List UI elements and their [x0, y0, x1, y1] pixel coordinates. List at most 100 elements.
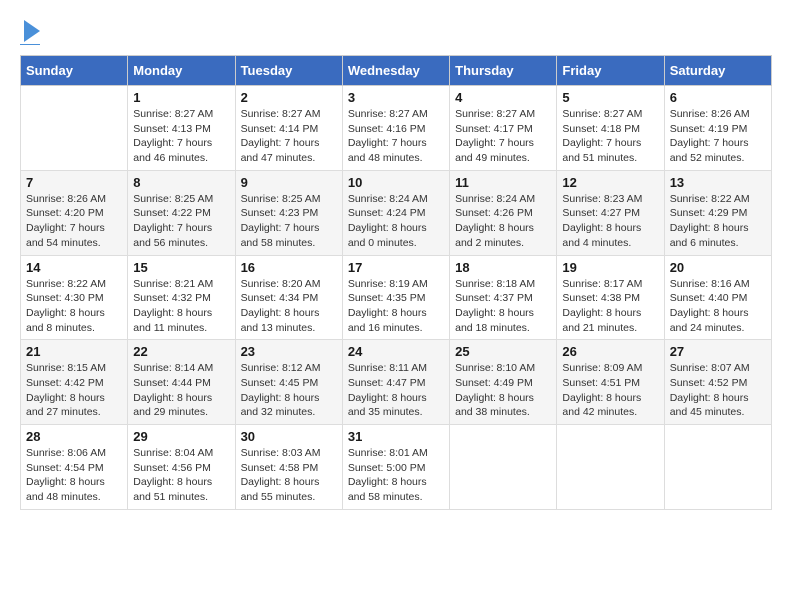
day-info: Sunrise: 8:07 AMSunset: 4:52 PMDaylight:… [670, 361, 766, 420]
day-cell: 22 Sunrise: 8:14 AMSunset: 4:44 PMDaylig… [128, 340, 235, 425]
day-cell: 5 Sunrise: 8:27 AMSunset: 4:18 PMDayligh… [557, 86, 664, 171]
day-number: 20 [670, 260, 766, 275]
calendar-header-row: SundayMondayTuesdayWednesdayThursdayFrid… [21, 56, 772, 86]
day-number: 26 [562, 344, 658, 359]
day-cell: 4 Sunrise: 8:27 AMSunset: 4:17 PMDayligh… [450, 86, 557, 171]
day-info: Sunrise: 8:15 AMSunset: 4:42 PMDaylight:… [26, 361, 122, 420]
week-row-4: 21 Sunrise: 8:15 AMSunset: 4:42 PMDaylig… [21, 340, 772, 425]
day-cell: 19 Sunrise: 8:17 AMSunset: 4:38 PMDaylig… [557, 255, 664, 340]
day-cell: 25 Sunrise: 8:10 AMSunset: 4:49 PMDaylig… [450, 340, 557, 425]
day-cell [450, 425, 557, 510]
day-info: Sunrise: 8:17 AMSunset: 4:38 PMDaylight:… [562, 277, 658, 336]
day-number: 30 [241, 429, 337, 444]
day-number: 23 [241, 344, 337, 359]
day-number: 3 [348, 90, 444, 105]
day-info: Sunrise: 8:27 AMSunset: 4:17 PMDaylight:… [455, 107, 551, 166]
day-number: 24 [348, 344, 444, 359]
day-info: Sunrise: 8:10 AMSunset: 4:49 PMDaylight:… [455, 361, 551, 420]
day-cell: 31 Sunrise: 8:01 AMSunset: 5:00 PMDaylig… [342, 425, 449, 510]
day-number: 17 [348, 260, 444, 275]
day-cell: 16 Sunrise: 8:20 AMSunset: 4:34 PMDaylig… [235, 255, 342, 340]
day-cell: 6 Sunrise: 8:26 AMSunset: 4:19 PMDayligh… [664, 86, 771, 171]
day-cell: 23 Sunrise: 8:12 AMSunset: 4:45 PMDaylig… [235, 340, 342, 425]
day-cell: 14 Sunrise: 8:22 AMSunset: 4:30 PMDaylig… [21, 255, 128, 340]
week-row-2: 7 Sunrise: 8:26 AMSunset: 4:20 PMDayligh… [21, 170, 772, 255]
day-cell: 18 Sunrise: 8:18 AMSunset: 4:37 PMDaylig… [450, 255, 557, 340]
day-number: 31 [348, 429, 444, 444]
day-info: Sunrise: 8:23 AMSunset: 4:27 PMDaylight:… [562, 192, 658, 251]
day-info: Sunrise: 8:12 AMSunset: 4:45 PMDaylight:… [241, 361, 337, 420]
day-info: Sunrise: 8:25 AMSunset: 4:22 PMDaylight:… [133, 192, 229, 251]
day-number: 27 [670, 344, 766, 359]
day-cell: 15 Sunrise: 8:21 AMSunset: 4:32 PMDaylig… [128, 255, 235, 340]
day-number: 11 [455, 175, 551, 190]
day-info: Sunrise: 8:24 AMSunset: 4:24 PMDaylight:… [348, 192, 444, 251]
day-info: Sunrise: 8:27 AMSunset: 4:14 PMDaylight:… [241, 107, 337, 166]
day-info: Sunrise: 8:26 AMSunset: 4:19 PMDaylight:… [670, 107, 766, 166]
header-saturday: Saturday [664, 56, 771, 86]
day-cell: 9 Sunrise: 8:25 AMSunset: 4:23 PMDayligh… [235, 170, 342, 255]
day-cell: 29 Sunrise: 8:04 AMSunset: 4:56 PMDaylig… [128, 425, 235, 510]
day-number: 13 [670, 175, 766, 190]
day-number: 14 [26, 260, 122, 275]
day-number: 10 [348, 175, 444, 190]
day-cell: 27 Sunrise: 8:07 AMSunset: 4:52 PMDaylig… [664, 340, 771, 425]
calendar-table: SundayMondayTuesdayWednesdayThursdayFrid… [20, 55, 772, 510]
day-number: 7 [26, 175, 122, 190]
day-cell [21, 86, 128, 171]
page-header [20, 20, 772, 45]
day-info: Sunrise: 8:24 AMSunset: 4:26 PMDaylight:… [455, 192, 551, 251]
day-number: 5 [562, 90, 658, 105]
day-number: 25 [455, 344, 551, 359]
day-number: 29 [133, 429, 229, 444]
day-info: Sunrise: 8:09 AMSunset: 4:51 PMDaylight:… [562, 361, 658, 420]
day-info: Sunrise: 8:27 AMSunset: 4:16 PMDaylight:… [348, 107, 444, 166]
day-cell: 20 Sunrise: 8:16 AMSunset: 4:40 PMDaylig… [664, 255, 771, 340]
day-number: 15 [133, 260, 229, 275]
day-cell: 1 Sunrise: 8:27 AMSunset: 4:13 PMDayligh… [128, 86, 235, 171]
logo [20, 20, 40, 45]
day-cell: 13 Sunrise: 8:22 AMSunset: 4:29 PMDaylig… [664, 170, 771, 255]
day-info: Sunrise: 8:03 AMSunset: 4:58 PMDaylight:… [241, 446, 337, 505]
day-info: Sunrise: 8:19 AMSunset: 4:35 PMDaylight:… [348, 277, 444, 336]
day-number: 19 [562, 260, 658, 275]
day-cell: 2 Sunrise: 8:27 AMSunset: 4:14 PMDayligh… [235, 86, 342, 171]
day-cell: 30 Sunrise: 8:03 AMSunset: 4:58 PMDaylig… [235, 425, 342, 510]
day-cell: 21 Sunrise: 8:15 AMSunset: 4:42 PMDaylig… [21, 340, 128, 425]
day-cell: 17 Sunrise: 8:19 AMSunset: 4:35 PMDaylig… [342, 255, 449, 340]
day-info: Sunrise: 8:21 AMSunset: 4:32 PMDaylight:… [133, 277, 229, 336]
header-friday: Friday [557, 56, 664, 86]
week-row-3: 14 Sunrise: 8:22 AMSunset: 4:30 PMDaylig… [21, 255, 772, 340]
header-monday: Monday [128, 56, 235, 86]
day-cell [557, 425, 664, 510]
logo-arrow-icon [24, 20, 40, 42]
day-info: Sunrise: 8:18 AMSunset: 4:37 PMDaylight:… [455, 277, 551, 336]
day-number: 28 [26, 429, 122, 444]
day-info: Sunrise: 8:26 AMSunset: 4:20 PMDaylight:… [26, 192, 122, 251]
day-info: Sunrise: 8:22 AMSunset: 4:29 PMDaylight:… [670, 192, 766, 251]
day-info: Sunrise: 8:01 AMSunset: 5:00 PMDaylight:… [348, 446, 444, 505]
day-number: 16 [241, 260, 337, 275]
day-number: 8 [133, 175, 229, 190]
header-wednesday: Wednesday [342, 56, 449, 86]
day-number: 1 [133, 90, 229, 105]
day-cell [664, 425, 771, 510]
day-number: 4 [455, 90, 551, 105]
day-info: Sunrise: 8:25 AMSunset: 4:23 PMDaylight:… [241, 192, 337, 251]
day-cell: 24 Sunrise: 8:11 AMSunset: 4:47 PMDaylig… [342, 340, 449, 425]
header-thursday: Thursday [450, 56, 557, 86]
day-number: 2 [241, 90, 337, 105]
day-info: Sunrise: 8:16 AMSunset: 4:40 PMDaylight:… [670, 277, 766, 336]
day-info: Sunrise: 8:20 AMSunset: 4:34 PMDaylight:… [241, 277, 337, 336]
day-cell: 28 Sunrise: 8:06 AMSunset: 4:54 PMDaylig… [21, 425, 128, 510]
day-info: Sunrise: 8:27 AMSunset: 4:18 PMDaylight:… [562, 107, 658, 166]
header-sunday: Sunday [21, 56, 128, 86]
week-row-5: 28 Sunrise: 8:06 AMSunset: 4:54 PMDaylig… [21, 425, 772, 510]
day-cell: 3 Sunrise: 8:27 AMSunset: 4:16 PMDayligh… [342, 86, 449, 171]
day-cell: 12 Sunrise: 8:23 AMSunset: 4:27 PMDaylig… [557, 170, 664, 255]
day-info: Sunrise: 8:11 AMSunset: 4:47 PMDaylight:… [348, 361, 444, 420]
day-info: Sunrise: 8:22 AMSunset: 4:30 PMDaylight:… [26, 277, 122, 336]
day-cell: 7 Sunrise: 8:26 AMSunset: 4:20 PMDayligh… [21, 170, 128, 255]
day-number: 21 [26, 344, 122, 359]
day-number: 9 [241, 175, 337, 190]
